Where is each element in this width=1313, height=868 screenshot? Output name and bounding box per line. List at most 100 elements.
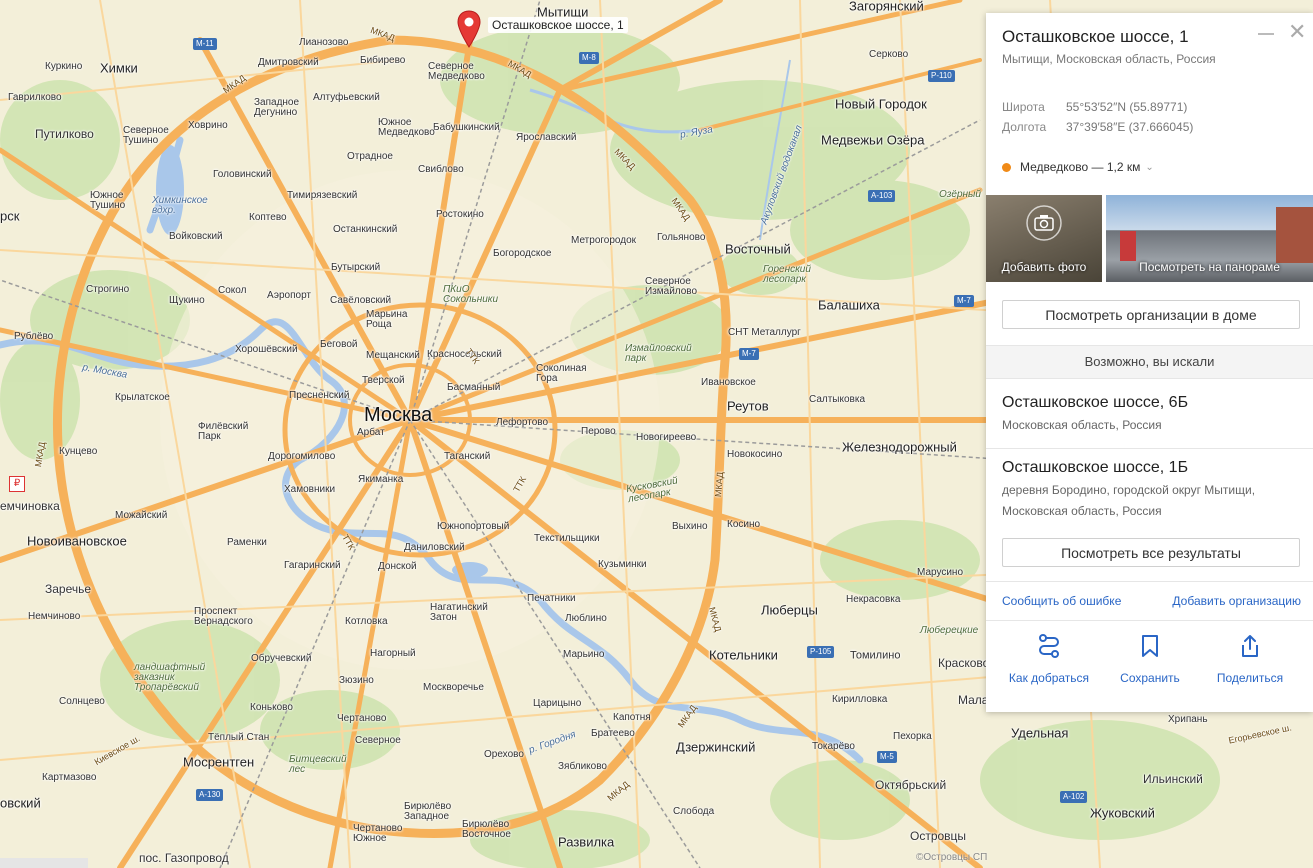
latitude-label: Широта <box>1002 100 1045 114</box>
nearest-metro[interactable]: Медведково — 1,2 км ⌄ <box>1002 160 1154 174</box>
latitude-value[interactable]: 55°53′52″N (55.89771) <box>1066 100 1187 114</box>
save-button[interactable]: Сохранить <box>1100 633 1200 685</box>
map-label-yakimanka: Якиманка <box>358 474 404 485</box>
share-label: Поделиться <box>1216 671 1284 685</box>
road-badge-m5: M-5 <box>877 751 897 763</box>
map-label-altufyevsky: Алтуфьевский <box>313 92 380 103</box>
map-label-severnoe-izmaylovo: Северное Измайлово <box>645 276 698 297</box>
location-pin-icon[interactable] <box>456 10 482 48</box>
result-title-2[interactable]: Осташковское шоссе, 1Б <box>1002 459 1188 477</box>
map-label-kapotnya: Капотня <box>613 712 651 723</box>
map-label-udelnaya: Удельная <box>1011 725 1069 741</box>
road-badge-a102: A-102 <box>1060 791 1088 803</box>
map-label-dmitrovsky: Дмитровский <box>258 57 319 68</box>
map-label-mozhaysky: Можайский <box>115 510 168 521</box>
map-label-kotelniki: Котельники <box>709 647 778 663</box>
map-label-severnoe-medvedkovo: Северное Медведково <box>428 61 485 82</box>
panorama-tile[interactable]: Посмотреть на панораме <box>1106 195 1313 282</box>
map-label-yuzhnoe-tushino: Южное Тушино <box>90 190 126 211</box>
map-label-yuzhnoportovy: Южнопортовый <box>437 521 510 532</box>
road-badge-m8: M-8 <box>579 52 599 64</box>
ruble-poi-icon[interactable]: ₽ <box>9 476 25 492</box>
map-label-ramenki: Раменки <box>227 537 267 548</box>
result-sub-2: деревня Бородино, городской округ Мытищи… <box>1002 483 1256 518</box>
view-all-results-button[interactable]: Посмотреть все результаты <box>1002 538 1300 567</box>
map-label-lyubertsy: Люберцы <box>761 602 818 618</box>
map-label-putilkovo: Путилково <box>35 127 94 141</box>
road-badge-r110: P-110 <box>928 70 955 82</box>
divider <box>986 448 1313 449</box>
map-label-meshchansky: Мещанский <box>366 350 420 361</box>
map-label-kartmazovo: Картмазово <box>42 772 97 783</box>
map-label-orekhovo: Орехово <box>484 749 524 760</box>
map-label-moskva: Москва <box>364 404 433 426</box>
map-label-lyuberetskie: Люберецкие <box>920 625 979 636</box>
map-label-zyablikovo: Зябликово <box>558 761 607 772</box>
map-label-tagansky: Таганский <box>444 451 491 462</box>
map-label-khamovniki: Хамовники <box>284 484 336 495</box>
map-label-gagarinsky: Гагаринский <box>284 560 341 571</box>
map-label-metrogorodok: Метрогородок <box>571 235 637 246</box>
panorama-label: Посмотреть на панораме <box>1139 260 1280 274</box>
map-label-ostrovtsy: Островцы <box>910 829 967 843</box>
close-icon[interactable]: ✕ <box>1288 21 1306 43</box>
map-label-aeroport: Аэропорт <box>267 290 312 301</box>
map-label-sokol: Сокол <box>218 285 247 296</box>
map-label-rostokino: Ростокино <box>436 209 484 220</box>
map-label-reutov: Реутов <box>727 398 769 414</box>
map-label-khovrino: Ховрино <box>188 120 228 131</box>
map-label-novoivanovskoe: Новоивановское <box>27 533 127 549</box>
map-label-chertanovo-yuzhnoe: Чертаново Южное <box>353 823 403 844</box>
map-label-strogino: Строгино <box>86 284 130 295</box>
place-address: Мытищи, Московская область, Россия <box>1002 52 1216 66</box>
map-label-nagorny: Нагорный <box>370 648 416 659</box>
map-label-maryino: Марьино <box>563 649 605 660</box>
map-label-izmaylovsky-park: Измайловский парк <box>625 343 692 364</box>
map-label-zagoryansky: Загорянский <box>849 0 924 14</box>
map-label-nagatinsky-zaton: Нагатинский Затон <box>430 602 488 623</box>
map-label-dorogomilovo: Дорогомилово <box>268 451 336 462</box>
add-organization-link[interactable]: Добавить организацию <box>1172 594 1301 608</box>
map-label-kotlovka: Котловка <box>345 616 388 627</box>
result-title-1[interactable]: Осташковское шоссе, 6Б <box>1002 394 1188 412</box>
route-button[interactable]: Как добраться <box>999 633 1099 685</box>
report-error-link[interactable]: Сообщить об ошибке <box>1002 594 1121 608</box>
map-label-voykovsky: Войковский <box>169 231 223 242</box>
map-label-ivanovskoe: Ивановское <box>701 377 756 388</box>
map-label-zapadnoe-degunino: Западное Дегунино <box>254 97 300 118</box>
map-label-bitsevsky: Битцевский лес <box>289 754 347 775</box>
map-label-koptevo: Коптево <box>249 212 287 223</box>
map-label-golyanovo: Гольяново <box>657 232 706 243</box>
map-label-brateevo: Братеево <box>591 728 635 739</box>
map-label-dzerzhinsky: Дзержинский <box>676 739 756 755</box>
map-label-rublevo: Рублёво <box>14 331 54 342</box>
map-label-snt: СНТ Металлург <box>728 327 801 338</box>
map-label-landshaft: ландшафтный заказник Тропарёвский <box>134 662 206 693</box>
road-badge-m7: M-7 <box>739 348 759 360</box>
map-label-butyrsky: Бутырский <box>331 262 381 273</box>
view-organizations-button[interactable]: Посмотреть организации в доме <box>1002 300 1300 329</box>
map-label-nekrasovka: Некрасовка <box>846 594 901 605</box>
minimize-icon[interactable] <box>1258 33 1274 35</box>
map-label-savelovsky: Савёловский <box>330 295 392 306</box>
bookmark-icon <box>1142 635 1158 657</box>
add-photo-tile[interactable]: Добавить фото <box>986 195 1102 282</box>
share-icon <box>1242 635 1258 657</box>
map-label-khimkinskoe: Химкинское вдхр. <box>152 195 208 216</box>
map-label-tverskoy: Тверской <box>362 375 405 386</box>
map-label-tomilino: Томилино <box>850 649 901 662</box>
pin-label[interactable]: Осташковское шоссе, 1 <box>488 17 628 33</box>
map-label-novy-gorodok: Новый Городок <box>835 96 927 112</box>
share-button[interactable]: Поделиться <box>1200 633 1300 685</box>
map-label-serkovo: Серково <box>869 49 909 60</box>
result-sub-1: Московская область, Россия <box>1002 418 1162 432</box>
map-label-solntsevo: Солнцево <box>59 696 105 707</box>
map-label-shchukino: Щукино <box>169 295 205 306</box>
longitude-value[interactable]: 37°39′58″E (37.666045) <box>1066 120 1193 134</box>
map-label-maryina-roshcha: Марьина Роща <box>366 309 408 330</box>
map-label-kirillovka: Кирилловка <box>832 694 888 705</box>
map-label-tokarevo: Токарёво <box>812 741 855 752</box>
map-label-gavrilkovo: Гаврилково <box>8 92 62 103</box>
map-label-ozernyy: Озёрный <box>939 189 981 200</box>
map-label-biryulyovo-zapadnoe: Бирюлёво Западное <box>404 801 452 822</box>
